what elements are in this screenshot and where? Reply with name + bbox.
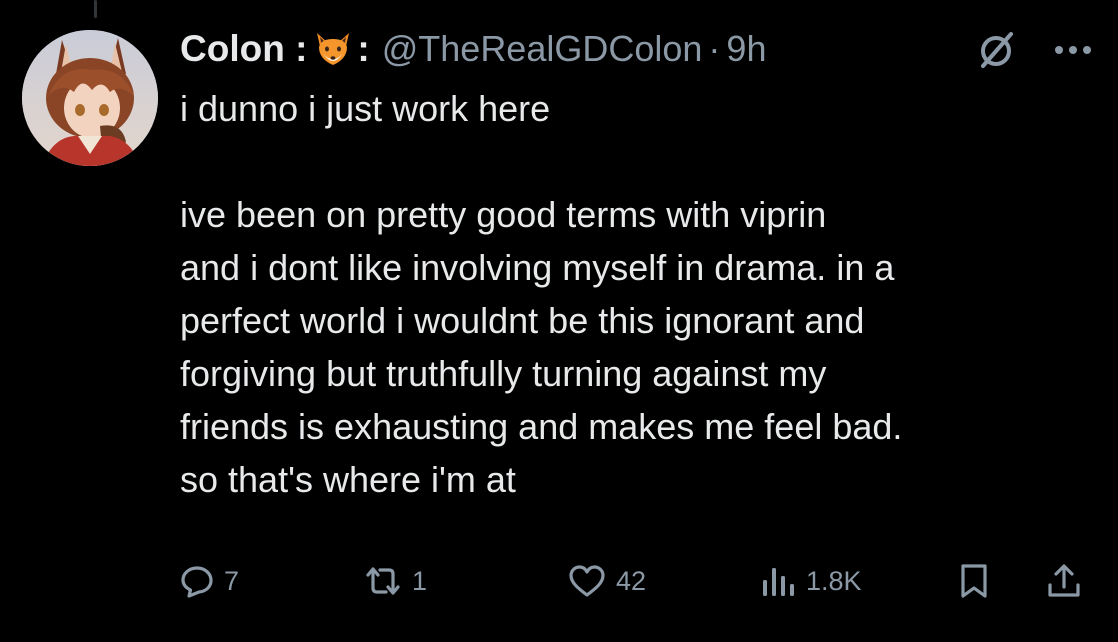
views-count: 1.8K <box>806 565 862 596</box>
like-count: 42 <box>616 565 647 596</box>
grok-icon[interactable] <box>975 28 1019 72</box>
views-icon <box>763 568 794 596</box>
like-button[interactable]: 42 <box>568 558 646 604</box>
heart-icon <box>569 565 605 597</box>
more-icon[interactable] <box>1050 40 1096 60</box>
views-button[interactable]: 1.8K <box>760 558 862 604</box>
bookmark-icon <box>961 564 987 598</box>
post-time[interactable]: 9h <box>726 28 766 70</box>
repost-button[interactable]: 1 <box>364 558 427 604</box>
user-handle[interactable]: @TheRealGDColon <box>382 28 703 70</box>
avatar[interactable] <box>22 30 158 166</box>
display-name-suffix: : <box>357 28 370 69</box>
share-button[interactable] <box>1046 558 1082 604</box>
share-icon <box>1048 564 1080 597</box>
display-name[interactable]: Colon : <box>180 28 307 70</box>
fox-face-icon <box>313 29 353 69</box>
repost-icon <box>366 567 400 595</box>
bookmark-button[interactable] <box>958 558 990 604</box>
tweet-header: Colon : : @TheRealGDColon · 9h <box>180 24 1098 74</box>
reply-icon <box>181 566 213 598</box>
tweet-action-bar: 7 1 42 1.8K <box>180 558 1090 604</box>
repost-count: 1 <box>412 565 428 596</box>
thread-connector-line <box>94 0 97 18</box>
reply-button[interactable]: 7 <box>180 558 239 604</box>
avatar-image <box>22 30 158 166</box>
tweet-text: i dunno i just work here ive been on pre… <box>180 88 903 500</box>
reply-count: 7 <box>224 565 240 596</box>
header-separator: · <box>708 28 721 69</box>
